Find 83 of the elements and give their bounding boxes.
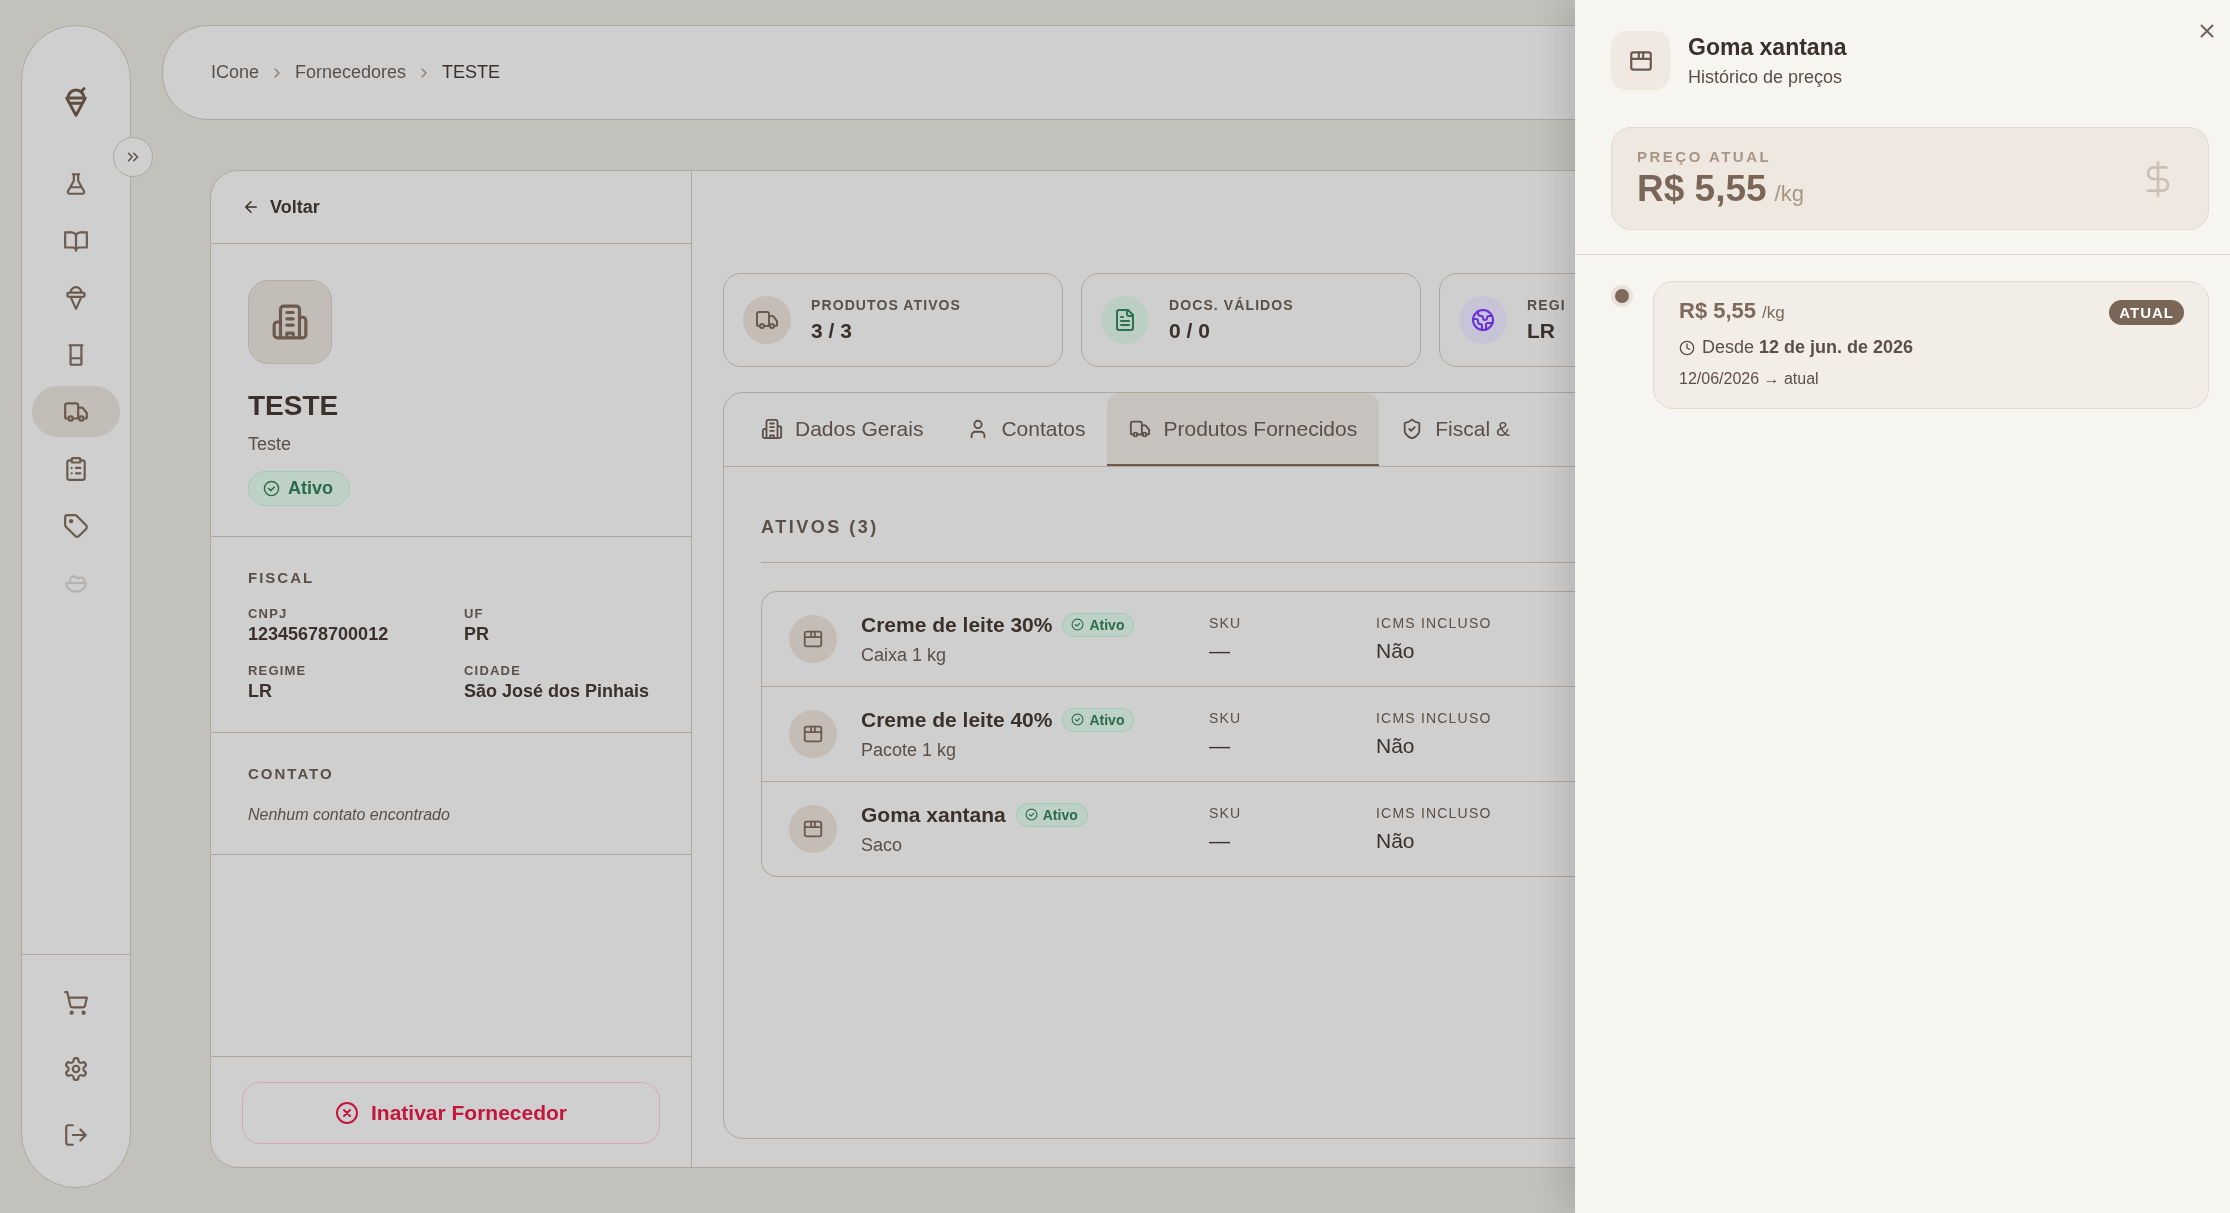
field-value: —	[1209, 639, 1231, 663]
tab[interactable]: Dados Gerais	[739, 393, 946, 466]
globe-icon	[1471, 308, 1495, 332]
field-label: CIDADE	[464, 663, 523, 678]
building-icon	[761, 417, 783, 440]
breadcrumb-current: TESTE	[442, 62, 501, 83]
field-value: Não	[1376, 639, 1416, 663]
field-label: ICMS INCLUSO	[1376, 805, 1493, 821]
tab[interactable]: Contatos	[945, 393, 1108, 466]
clock-icon	[1679, 339, 1695, 356]
arrow-left-icon	[242, 198, 260, 216]
stat-value: 3 / 3	[811, 319, 853, 343]
settings-icon	[63, 1056, 89, 1082]
field-label: ICMS INCLUSO	[1376, 615, 1493, 631]
box-icon	[802, 628, 824, 650]
status-badge: Ativo	[248, 471, 350, 506]
x-circle-icon	[334, 1101, 359, 1125]
stat-label: REGI	[1527, 297, 1566, 313]
timeline-dot	[1615, 289, 1629, 303]
stat-label: PRODUTOS ATIVOS	[811, 297, 962, 313]
field-label: CNPJ	[248, 606, 289, 621]
field-label: SKU	[1209, 805, 1243, 821]
field-value: 12345678700012	[248, 624, 390, 645]
empty-message: Nenhum contato encontrado	[248, 806, 451, 824]
field-value: —	[1209, 829, 1231, 853]
clipboard-icon	[63, 455, 89, 482]
ice-cream-icon	[63, 284, 89, 311]
box-icon	[802, 818, 824, 840]
stat-label: DOCS. VÁLIDOS	[1169, 297, 1294, 313]
field-value: LR	[248, 681, 273, 702]
back-link[interactable]: Voltar	[242, 196, 320, 218]
truck-icon	[755, 308, 779, 332]
price-unit: /kg	[1762, 303, 1785, 323]
field-value: —	[1209, 734, 1231, 758]
product-unit: Saco	[861, 834, 904, 856]
price-unit: /kg	[1774, 180, 1804, 207]
tab[interactable]: Fiscal &	[1379, 393, 1532, 466]
entry-price: R$ 5,55	[1679, 298, 1757, 324]
status-badge: Ativo	[1062, 707, 1135, 732]
tab[interactable]: Produtos Fornecidos	[1107, 393, 1380, 466]
field-value: São José dos Pinhais	[464, 681, 651, 702]
product-name: Creme de leite 40%	[861, 707, 1053, 732]
date-range: 12/06/2026 → atual	[1679, 370, 1820, 388]
check-circle-icon	[1071, 618, 1085, 631]
cart-icon	[63, 990, 89, 1016]
supplier-name: TESTE	[248, 390, 340, 422]
tag-icon	[63, 512, 89, 539]
check-circle-icon	[1024, 808, 1038, 821]
section-heading: CONTATO	[248, 765, 335, 782]
field-value: PR	[464, 624, 490, 645]
check-circle-icon	[1071, 713, 1085, 726]
field-label: SKU	[1209, 710, 1243, 726]
product-name: Goma xantana	[861, 802, 1006, 827]
field-label: SKU	[1209, 615, 1243, 631]
field-value: Não	[1376, 829, 1416, 853]
field-label: REGIME	[248, 663, 308, 678]
drawer-title: Goma xantana	[1688, 33, 1847, 61]
since-date: Desde 12 de jun. de 2026	[1702, 337, 1914, 358]
sidebar-item[interactable]	[32, 386, 120, 437]
field-label: UF	[464, 606, 485, 621]
current-badge: ATUAL	[2109, 300, 2184, 325]
box-icon	[802, 723, 824, 745]
field-value: Não	[1376, 734, 1416, 758]
product-unit: Pacote 1 kg	[861, 739, 958, 761]
document-icon	[1113, 308, 1137, 332]
product-unit: Caixa 1 kg	[861, 644, 948, 666]
field-label: ICMS INCLUSO	[1376, 710, 1493, 726]
current-price: R$ 5,55	[1637, 167, 1767, 210]
logout-icon	[63, 1122, 89, 1148]
section-heading: FISCAL	[248, 569, 316, 586]
status-badge: Ativo	[1015, 802, 1088, 827]
price-label: PREÇO ATUAL	[1637, 147, 1773, 165]
building-icon	[271, 303, 309, 341]
stat-value: 0 / 0	[1169, 319, 1211, 343]
product-name: Creme de leite 30%	[861, 612, 1053, 637]
breadcrumb-link[interactable]: ICone	[211, 62, 260, 83]
stat-value: LR	[1527, 319, 1556, 343]
deactivate-button[interactable]: Inativar Fornecedor	[242, 1082, 660, 1144]
breadcrumb-link[interactable]: Fornecedores	[295, 62, 407, 83]
supplier-subtitle: Teste	[248, 434, 293, 455]
check-circle-icon	[263, 480, 280, 497]
status-badge: Ativo	[1062, 612, 1135, 637]
drawer-subtitle: Histórico de preços	[1688, 66, 1844, 88]
